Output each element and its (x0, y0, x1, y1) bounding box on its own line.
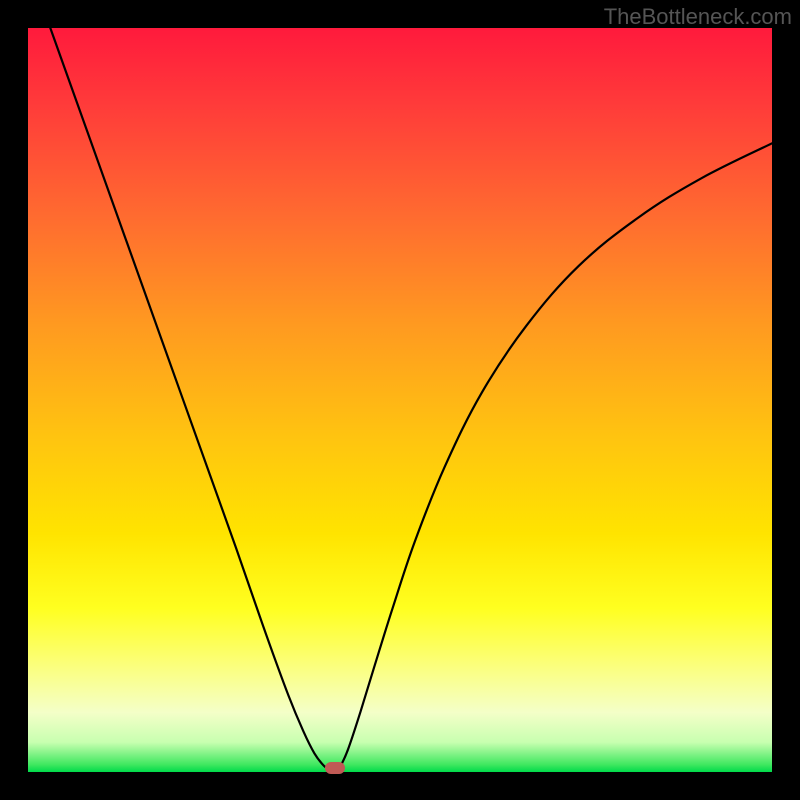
minimum-marker (325, 762, 345, 774)
chart-plot-area (28, 28, 772, 772)
curve-path (50, 28, 772, 772)
watermark-text: TheBottleneck.com (604, 4, 792, 30)
curve-svg (28, 28, 772, 772)
